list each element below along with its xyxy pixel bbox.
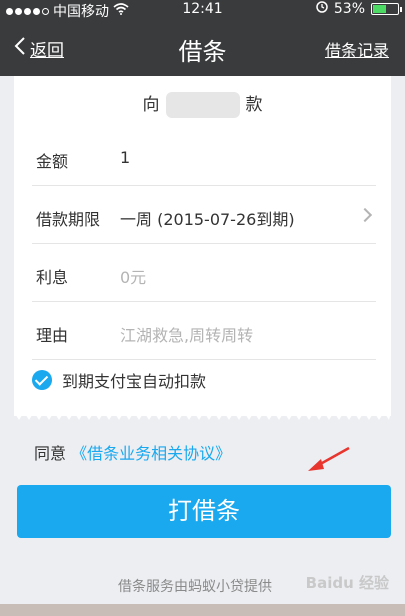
term-row[interactable]: 借款期限 一周 (2015-07-26到期): [32, 186, 376, 244]
auto-debit-option[interactable]: 到期支付宝自动扣款: [32, 368, 206, 392]
reason-row[interactable]: 理由 江湖救急,周转周转: [32, 302, 376, 360]
reason-input[interactable]: 江湖救急,周转周转: [120, 322, 253, 346]
chevron-right-icon: [357, 207, 373, 223]
amount-label: 金额: [36, 152, 69, 171]
loan-form-card: 向款 金额 1 借款期限 一周 (2015-07-26到期) 利息 0元 理由 …: [14, 76, 391, 416]
interest-input[interactable]: 0元: [120, 264, 146, 288]
footer-note: 借条服务由蚂蚁小贷提供: [118, 579, 272, 595]
recipient-name-blurred: [165, 92, 240, 118]
agreement-link[interactable]: 《借条业务相关协议》: [71, 444, 231, 463]
agreement-line: 同意 《借条业务相关协议》: [34, 440, 231, 464]
receipt-edge: [14, 412, 391, 420]
term-value: 一周 (2015-07-26到期): [120, 210, 295, 229]
battery-icon: [371, 3, 402, 15]
create-iou-button[interactable]: 打借条: [17, 485, 391, 538]
amount-row[interactable]: 金额 1: [32, 128, 376, 186]
amount-value[interactable]: 1: [120, 148, 130, 167]
recipient-line: 向款: [14, 90, 391, 118]
agreement-prefix: 同意: [34, 444, 67, 463]
loan-records-link[interactable]: 借条记录: [325, 37, 389, 61]
nav-bar: 返回 借条 借条记录: [0, 20, 405, 76]
watermark: Baidu 经验: [305, 574, 389, 592]
bottom-strip: [0, 604, 405, 616]
status-bar: 中国移动 12:41 53%: [0, 0, 405, 20]
red-arrow-annotation: [308, 446, 350, 471]
alarm-icon: [316, 1, 328, 17]
interest-label: 利息: [36, 268, 69, 287]
auto-debit-label: 到期支付宝自动扣款: [62, 372, 207, 391]
recipient-prefix: 向: [142, 95, 160, 115]
battery-percent: 53%: [333, 1, 365, 17]
term-label: 借款期限: [36, 210, 101, 229]
recipient-suffix: 款: [245, 95, 263, 115]
checkmark-icon[interactable]: [32, 370, 52, 390]
interest-row[interactable]: 利息 0元: [32, 244, 376, 302]
status-right: 53%: [316, 1, 402, 17]
reason-label: 理由: [36, 326, 69, 345]
